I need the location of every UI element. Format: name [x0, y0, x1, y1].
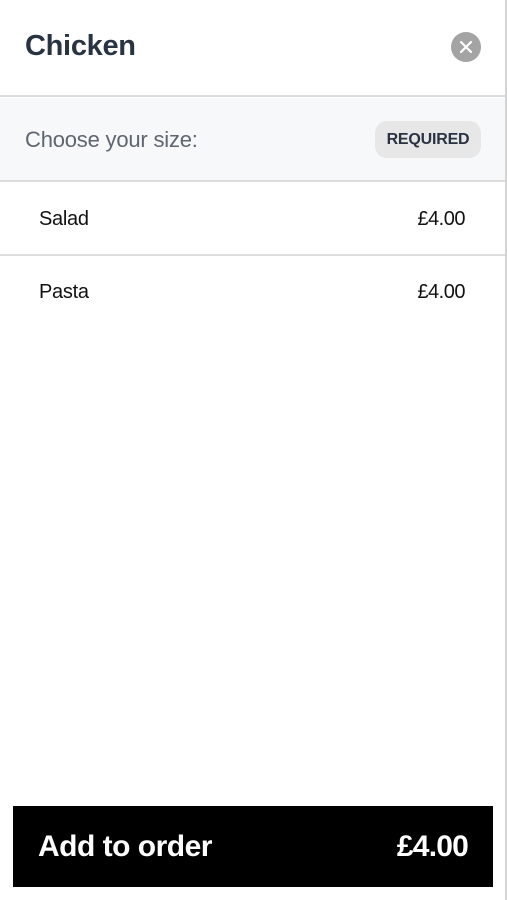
option-name: Pasta: [39, 280, 89, 303]
option-row-salad[interactable]: Salad £4.00: [0, 184, 505, 256]
close-button[interactable]: [451, 32, 481, 62]
item-modal: Chicken Choose your size: REQUIRED Salad…: [0, 0, 507, 900]
add-to-order-label: Add to order: [38, 829, 213, 863]
option-group-label: Choose your size:: [25, 127, 198, 152]
option-name: Salad: [39, 207, 89, 230]
required-badge: REQUIRED: [375, 121, 481, 158]
add-to-order-button[interactable]: Add to order £4.00: [13, 806, 493, 887]
modal-header: Chicken: [0, 0, 505, 97]
option-row-pasta[interactable]: Pasta £4.00: [0, 256, 505, 328]
option-price: £4.00: [417, 280, 465, 303]
item-title: Chicken: [25, 30, 136, 62]
close-icon: [459, 40, 473, 54]
add-to-order-price: £4.00: [396, 829, 469, 863]
option-price: £4.00: [417, 207, 465, 230]
